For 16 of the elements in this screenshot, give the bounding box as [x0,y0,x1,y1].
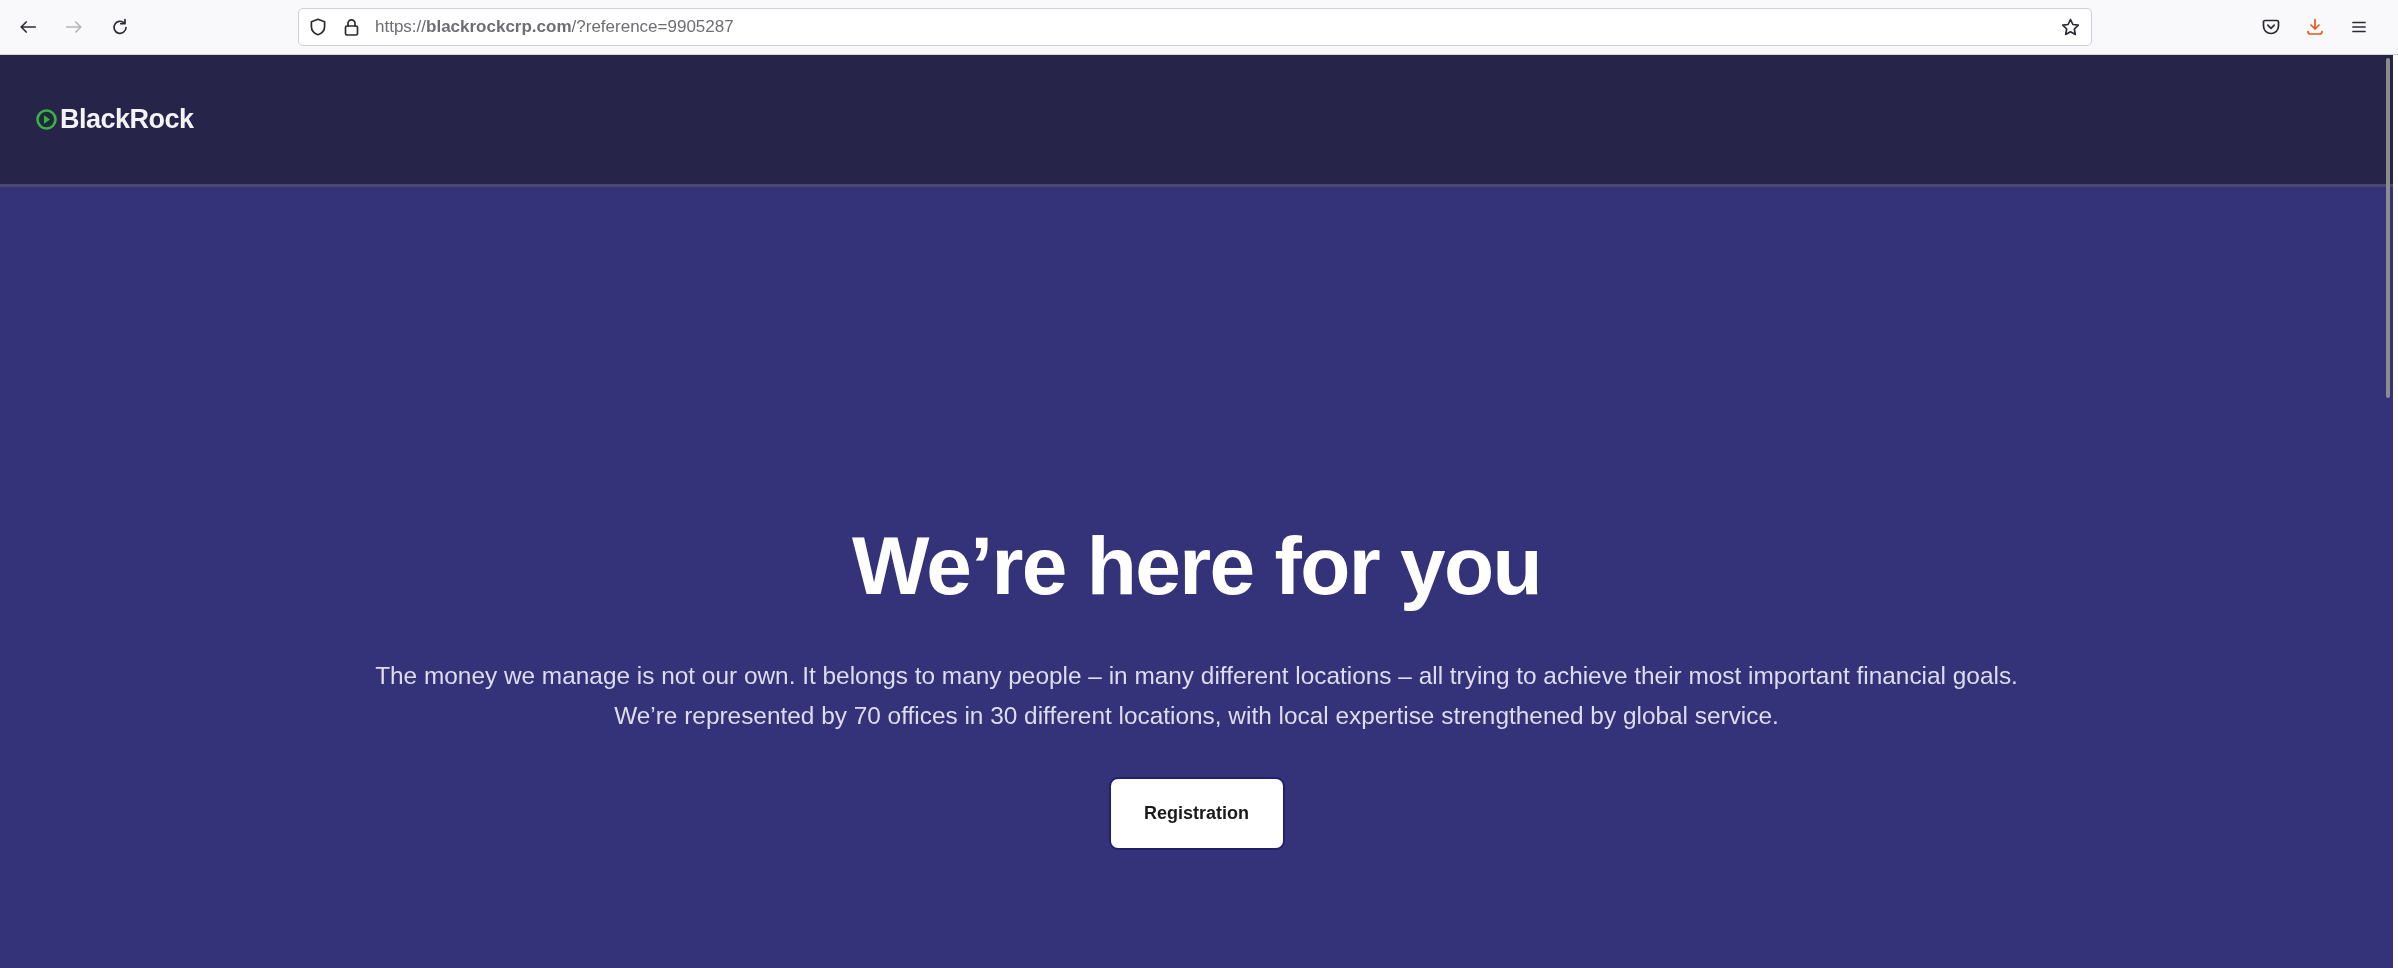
shield-icon[interactable] [309,18,327,36]
logo-icon[interactable] [36,109,57,130]
scrollbar-thumb[interactable] [2386,58,2390,398]
back-arrow-icon[interactable] [19,18,37,36]
hero-heading: We’re here for you [851,519,1542,613]
lock-icon[interactable] [344,18,359,36]
reload-icon[interactable] [111,18,129,36]
pocket-icon[interactable] [2262,18,2280,36]
download-icon[interactable] [2306,18,2324,36]
star-icon[interactable] [2061,17,2080,37]
address-bar[interactable]: https://blackrockcrp.com/?reference=9905287 [298,8,2092,46]
intro-text: The money we manage is not our own. It belongs to many people – in many different locations – all trying to achieve their most important financial goals. [374,661,2019,691]
registration-button[interactable]: Registration [1108,777,1285,850]
intro-text: We’re represented by 70 offices in 30 different locations, with local expertise strengthened by global service. [613,701,1780,731]
logo-text[interactable]: BlackRock [60,106,194,133]
url-text[interactable]: https://blackrockcrp.com/?reference=9905287 [375,14,2061,40]
